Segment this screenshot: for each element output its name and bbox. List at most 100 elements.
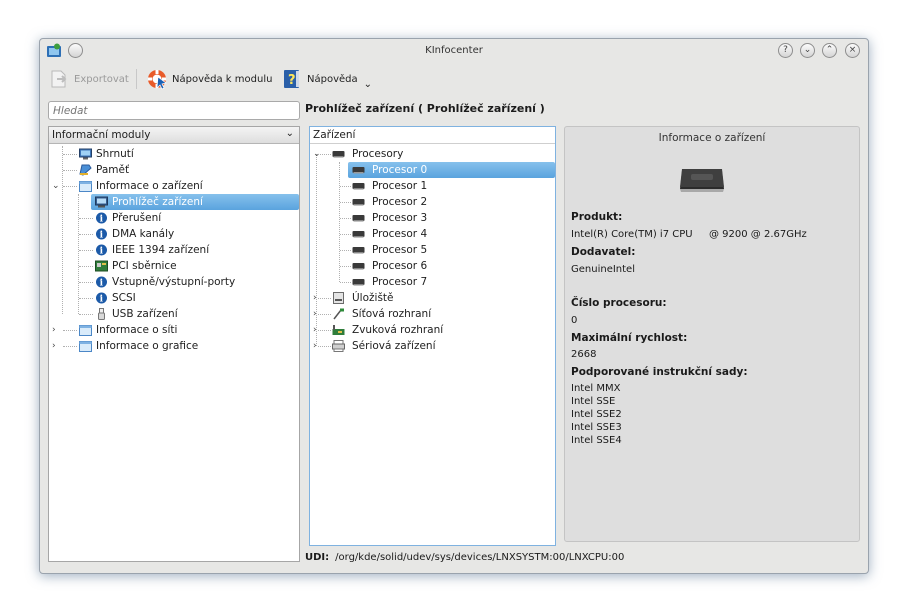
title-bar: KInfocenter ? ⌄ ⌃ × <box>40 39 868 63</box>
svg-text:i: i <box>100 295 104 305</box>
device-group-network[interactable]: › Síťová rozhraní <box>310 306 555 322</box>
network-icon <box>333 308 344 320</box>
expand-icon[interactable]: › <box>52 338 56 354</box>
expand-icon[interactable]: › <box>313 322 317 338</box>
search-input[interactable] <box>48 101 300 120</box>
device-info-title: Informace o zařízení <box>658 132 766 144</box>
info-icon: i <box>96 212 107 225</box>
svg-text:i: i <box>100 247 104 257</box>
device-group-storage[interactable]: › Úložiště <box>310 290 555 306</box>
help-book-icon: ? <box>284 70 299 88</box>
close-icon[interactable]: × <box>845 43 860 58</box>
cpu-icon <box>352 215 365 222</box>
chevron-down-icon: ⌄ <box>285 128 294 139</box>
svg-text:i: i <box>100 279 104 289</box>
product-value-speed: @ 9200 @ 2.67GHz <box>709 229 807 240</box>
udi-status: UDI: /org/kde/solid/udev/sys/devices/LNXS… <box>305 552 624 563</box>
help-label: Nápověda <box>307 73 358 85</box>
chevron-down-icon: ⌄ <box>363 78 373 90</box>
module-help-label: Nápověda k modulu <box>172 73 273 85</box>
folder-icon <box>79 325 92 336</box>
serial-icon <box>332 340 345 352</box>
page-title: Prohlížeč zařízení ( Prohlížeč zařízení … <box>305 102 545 115</box>
minimize-icon[interactable]: ⌄ <box>800 43 815 58</box>
export-icon <box>51 70 67 88</box>
module-item-graphics-info[interactable]: › Informace o grafice <box>49 338 299 354</box>
instruction-set-item: Intel MMX <box>571 383 621 394</box>
module-item-dma[interactable]: i DMA kanály <box>49 226 299 242</box>
expand-icon[interactable]: › <box>52 322 56 338</box>
cpu-icon <box>352 263 365 270</box>
device-processor-0[interactable]: Procesor 0 <box>348 162 555 178</box>
module-item-device-info[interactable]: ⌄ Informace o zařízení <box>49 178 299 194</box>
toolbar-separator <box>136 69 137 89</box>
cpu-icon <box>352 199 365 206</box>
instruction-set-item: Intel SSE4 <box>571 435 622 446</box>
expand-icon[interactable]: › <box>313 338 317 354</box>
cpu-icon <box>352 167 365 174</box>
module-item-memory[interactable]: Paměť <box>49 162 299 178</box>
pci-icon <box>95 260 108 272</box>
device-processor-2[interactable]: Procesor 2 <box>310 194 555 210</box>
module-item-pci[interactable]: PCI sběrnice <box>49 258 299 274</box>
instruction-set-item: Intel SSE3 <box>571 422 622 433</box>
product-label: Produkt: <box>571 211 623 223</box>
device-viewer-icon <box>95 196 108 208</box>
max-speed-value: 2668 <box>571 349 597 360</box>
info-icon: i <box>96 276 107 289</box>
svg-text:?: ? <box>288 73 296 88</box>
module-help-button[interactable]: Nápověda k modulu <box>146 67 272 91</box>
modules-tree: Shrnutí Paměť ⌄ Informace o zařízení Pro… <box>49 146 299 354</box>
device-processor-7[interactable]: Procesor 7 <box>310 274 555 290</box>
export-button[interactable]: Exportovat <box>48 67 129 91</box>
info-icon: i <box>96 228 107 241</box>
vendor-value: GenuineIntel <box>571 264 635 275</box>
maximize-icon[interactable]: ⌃ <box>822 43 837 58</box>
expand-icon[interactable]: › <box>313 290 317 306</box>
usb-icon <box>98 308 105 320</box>
vendor-label: Dodavatel: <box>571 246 636 258</box>
processor-chip-icon <box>680 169 724 192</box>
svg-text:i: i <box>100 215 104 225</box>
device-processor-5[interactable]: Procesor 5 <box>310 242 555 258</box>
device-group-sound[interactable]: › Zvuková rozhraní <box>310 322 555 338</box>
toolbar: Exportovat Nápověda k modulu ? Nápověda … <box>40 65 868 93</box>
modules-panel: Informační moduly ⌄ Shrnutí Paměť ⌄ Info… <box>48 126 300 562</box>
max-speed-label: Maximální rychlost: <box>571 332 688 344</box>
svg-text:i: i <box>100 231 104 241</box>
cpu-icon <box>352 231 365 238</box>
collapse-icon[interactable]: ⌄ <box>52 178 60 194</box>
expand-icon[interactable]: › <box>313 306 317 322</box>
device-processor-1[interactable]: Procesor 1 <box>310 178 555 194</box>
window-title: KInfocenter <box>425 45 483 56</box>
sound-card-icon <box>332 325 345 335</box>
module-item-io-ports[interactable]: i Vstupně/výstupní-porty <box>49 274 299 290</box>
module-item-usb[interactable]: USB zařízení <box>49 306 299 322</box>
help-icon[interactable]: ? <box>778 43 793 58</box>
udi-label: UDI: <box>305 552 330 563</box>
folder-icon <box>79 181 92 192</box>
export-label: Exportovat <box>74 73 129 85</box>
device-info-panel: Informace o zařízení Produkt: Intel(R) C… <box>564 126 860 542</box>
info-icon: i <box>96 244 107 257</box>
devices-tree: ⌄ Procesory Procesor 0 Procesor 1 Proces… <box>310 146 555 354</box>
product-value: Intel(R) Core(TM) i7 CPU <box>571 229 693 240</box>
module-item-interrupts[interactable]: i Přerušení <box>49 210 299 226</box>
module-item-scsi[interactable]: i SCSI <box>49 290 299 306</box>
device-processor-6[interactable]: Procesor 6 <box>310 258 555 274</box>
help-menu-button[interactable]: ? Nápověda ⌄ <box>281 67 372 91</box>
module-item-device-viewer[interactable]: Prohlížeč zařízení <box>91 194 299 210</box>
module-item-network-info[interactable]: › Informace o síti <box>49 322 299 338</box>
device-group-processors[interactable]: ⌄ Procesory <box>310 146 555 162</box>
modules-combo[interactable]: Informační moduly ⌄ <box>49 127 299 144</box>
info-icon: i <box>96 292 107 305</box>
memory-icon <box>79 164 92 176</box>
device-group-serial[interactable]: › Sériová zařízení <box>310 338 555 354</box>
devices-header[interactable]: Zařízení <box>310 127 555 144</box>
cpu-icon <box>352 247 365 254</box>
module-item-ieee1394[interactable]: i IEEE 1394 zařízení <box>49 242 299 258</box>
storage-icon <box>333 292 344 304</box>
device-processor-4[interactable]: Procesor 4 <box>310 226 555 242</box>
device-processor-3[interactable]: Procesor 3 <box>310 210 555 226</box>
module-item-summary[interactable]: Shrnutí <box>49 146 299 162</box>
